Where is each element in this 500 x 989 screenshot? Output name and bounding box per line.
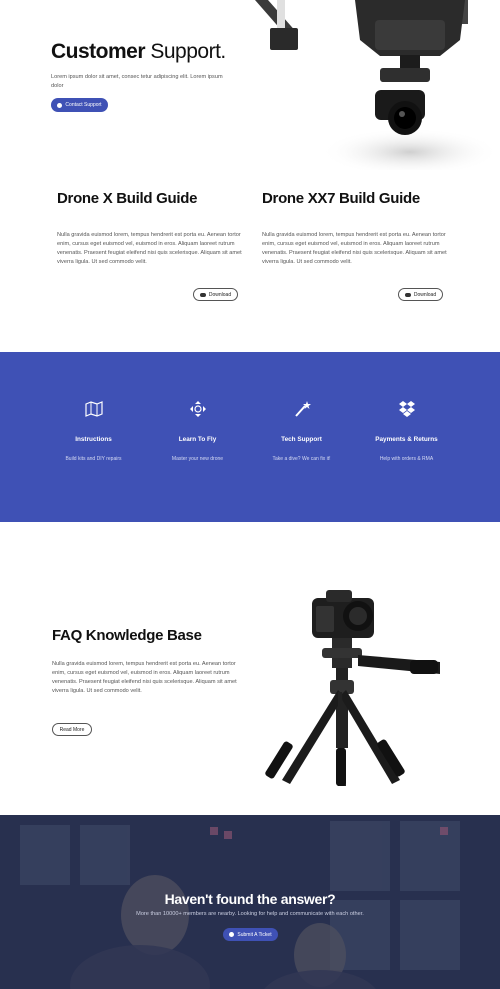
cloud-download-icon bbox=[199, 292, 206, 297]
question-circle-icon bbox=[229, 932, 235, 937]
features-section: Instructions Build kits and DIY repairs … bbox=[0, 352, 500, 522]
contact-support-label: Contact Support bbox=[65, 102, 102, 108]
guide-card-drone-xx7: Drone XX7 Build Guide Nulla gravida euis… bbox=[262, 190, 452, 267]
submit-ticket-button[interactable]: Submit A Ticket bbox=[223, 928, 278, 941]
cta-subtitle: More than 10000+ members are nearby. Loo… bbox=[136, 911, 364, 917]
submit-ticket-label: Submit A Ticket bbox=[237, 931, 272, 938]
camera-tripod-image bbox=[265, 590, 440, 786]
guide-title: Drone X Build Guide bbox=[57, 190, 198, 207]
feature-payments-returns[interactable]: Payments & Returns Help with orders & RM… bbox=[344, 352, 469, 522]
download-button-drone-xx7[interactable]: Download bbox=[398, 288, 443, 301]
read-more-button[interactable]: Read More bbox=[52, 723, 92, 736]
dropbox-icon bbox=[398, 401, 415, 417]
magic-wand-icon bbox=[294, 401, 311, 417]
feature-title: Payments & Returns bbox=[375, 436, 438, 443]
hero-title: Customer Support. bbox=[51, 40, 226, 64]
download-label: Download bbox=[208, 291, 232, 298]
download-button-drone-x[interactable]: Download bbox=[193, 288, 238, 301]
guide-text: Nulla gravida euismod lorem, tempus hend… bbox=[262, 232, 447, 265]
guide-card-drone-x: Drone X Build Guide Nulla gravida euismo… bbox=[57, 190, 247, 267]
drone-image bbox=[255, 0, 500, 170]
faq-title: FAQ Knowledge Base bbox=[52, 627, 202, 644]
question-circle-icon bbox=[57, 102, 63, 108]
read-more-label: Read More bbox=[59, 726, 85, 733]
hero-section: Customer Support. Lorem ipsum dolor sit … bbox=[0, 0, 500, 170]
cta-section: Haven't found the answer? More than 1000… bbox=[0, 815, 500, 989]
guide-text: Nulla gravida euismod lorem, tempus hend… bbox=[57, 232, 242, 265]
move-arrows-icon bbox=[189, 401, 206, 417]
hero-title-light: Support. bbox=[150, 40, 226, 63]
cta-title: Haven't found the answer? bbox=[164, 891, 336, 907]
faq-text: Nulla gravida euismod lorem, tempus hend… bbox=[52, 661, 237, 694]
hero-title-bold: Customer bbox=[51, 40, 146, 63]
download-label: Download bbox=[413, 291, 437, 298]
cloud-download-icon bbox=[404, 292, 411, 297]
guide-title: Drone XX7 Build Guide bbox=[262, 190, 420, 207]
map-icon bbox=[84, 401, 103, 417]
contact-support-button[interactable]: Contact Support bbox=[51, 98, 108, 112]
feature-subtitle: Help with orders & RMA bbox=[379, 456, 434, 462]
hero-description: Lorem ipsum dolor sit amet, consec tetur… bbox=[51, 74, 223, 89]
